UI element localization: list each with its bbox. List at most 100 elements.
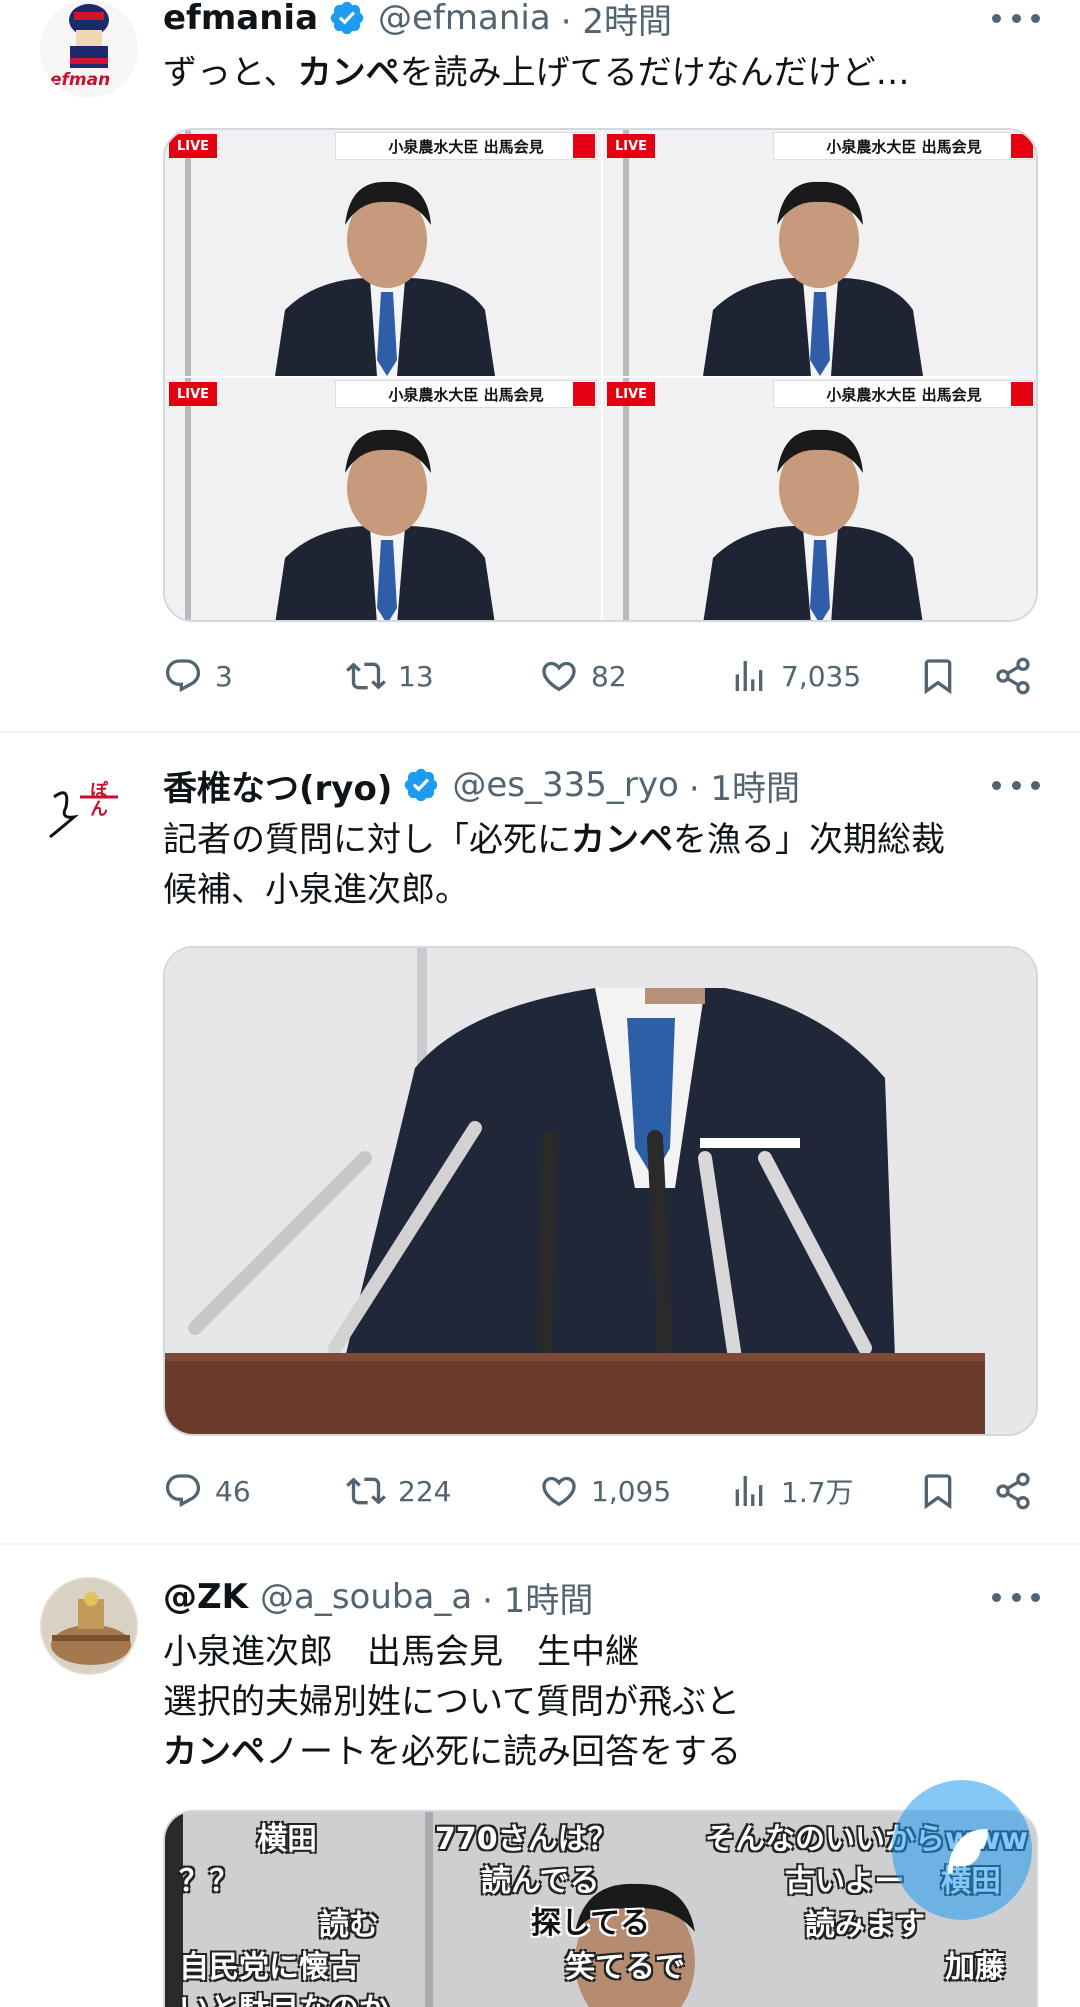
avatar-logo-text: efman bbox=[50, 70, 111, 90]
share-button[interactable] bbox=[993, 651, 1033, 701]
like-count: 1,095 bbox=[591, 1474, 672, 1508]
press-conference-photo-icon bbox=[165, 948, 1036, 1434]
tweet-header: @ZK @a_souba_a · 1時間 bbox=[163, 1573, 593, 1622]
live-badge: LIVE bbox=[169, 134, 217, 158]
compose-fab-button[interactable] bbox=[892, 1780, 1032, 1920]
views-chart-icon bbox=[735, 1476, 763, 1506]
share-icon bbox=[996, 657, 1030, 695]
compose-feather-icon bbox=[948, 1828, 988, 1874]
more-options-icon[interactable] bbox=[992, 773, 1040, 797]
more-options-icon[interactable] bbox=[992, 6, 1040, 30]
timestamp[interactable]: · 2時間 bbox=[561, 0, 672, 43]
handle[interactable]: @a_souba_a bbox=[260, 1577, 472, 1617]
views-count: 7,035 bbox=[781, 659, 862, 693]
text-line: 小泉進次郎 出馬会見 生中継 bbox=[163, 1632, 639, 1672]
bookmark-icon bbox=[924, 659, 952, 695]
like-button[interactable]: 1,095 bbox=[539, 1466, 671, 1516]
reply-count: 46 bbox=[215, 1474, 251, 1508]
timestamp[interactable]: · 1時間 bbox=[689, 761, 800, 810]
avatar[interactable] bbox=[40, 1577, 138, 1675]
text-segment: を読み上げてるだけなんだけど… bbox=[399, 53, 910, 93]
timestamp[interactable]: · 1時間 bbox=[482, 1573, 593, 1622]
speaker-figure-icon bbox=[703, 181, 923, 376]
tweet-actions: 3 13 82 7,035 bbox=[163, 651, 1043, 701]
retweet-button[interactable]: 224 bbox=[346, 1466, 451, 1516]
reply-button[interactable]: 3 bbox=[163, 651, 233, 701]
channel-logo-icon bbox=[573, 382, 595, 406]
live-badge: LIVE bbox=[607, 134, 655, 158]
display-name[interactable]: efmania bbox=[163, 0, 318, 38]
media-image-grid[interactable]: LIVE 小泉農水大臣 出馬会見 LIVE 小泉農水大臣 出馬会見 LIVE 小… bbox=[163, 128, 1038, 622]
media-frame: LIVE 小泉農水大臣 出馬会見 bbox=[603, 378, 1036, 620]
media-frame: LIVE 小泉農水大臣 出馬会見 bbox=[165, 130, 601, 376]
retweet-count: 13 bbox=[398, 659, 434, 693]
tweet-text: 記者の質問に対し「必死にカンペを漁る」次期総裁 候補、小泉進次郎。 bbox=[163, 815, 1043, 915]
news-banner: 小泉農水大臣 出馬会見 bbox=[335, 380, 597, 408]
tweet-3[interactable]: @ZK @a_souba_a · 1時間 小泉進次郎 出馬会見 生中継 選択的夫… bbox=[0, 1545, 1080, 2007]
reply-button[interactable]: 46 bbox=[163, 1466, 251, 1516]
verified-badge-icon bbox=[328, 0, 366, 37]
share-icon bbox=[996, 1472, 1030, 1510]
bookmark-icon bbox=[924, 1474, 952, 1510]
channel-logo-icon bbox=[573, 134, 595, 158]
like-button[interactable]: 82 bbox=[539, 651, 627, 701]
media-frame: LIVE 小泉農水大臣 出馬会見 bbox=[603, 130, 1036, 376]
tweet-header: 香椎なつ(ryo) @es_335_ryo · 1時間 bbox=[163, 761, 800, 810]
channel-logo-icon bbox=[1011, 134, 1033, 158]
display-name[interactable]: @ZK bbox=[163, 1577, 248, 1617]
bookmark-button[interactable] bbox=[918, 651, 958, 701]
tweet-text: ずっと、カンペを読み上げてるだけなんだけど… bbox=[163, 48, 1043, 98]
danmaku-comment: 読んでる bbox=[481, 1864, 600, 1899]
news-banner: 小泉農水大臣 出馬会見 bbox=[773, 132, 1035, 160]
tweet-text: 小泉進次郎 出馬会見 生中継 選択的夫婦別姓について質問が飛ぶと カンペノートを… bbox=[163, 1627, 1043, 1777]
verified-badge-icon bbox=[402, 766, 440, 804]
reply-icon bbox=[165, 1474, 201, 1508]
handle[interactable]: @es_335_ryo bbox=[452, 765, 678, 805]
danmaku-comment: 横田 bbox=[257, 1822, 317, 1857]
danmaku-comment: ？？ bbox=[179, 1864, 239, 1899]
danmaku-comment: 770さんは？ bbox=[435, 1822, 618, 1857]
danmaku-comment: 自民党に懐古 bbox=[179, 1950, 359, 1985]
tweet-2[interactable]: ぽん 香椎なつ(ryo) @es_335_ryo · 1時間 記者の質問に対し「… bbox=[0, 733, 1080, 1543]
retweet-icon bbox=[346, 1477, 386, 1505]
text-segment: ずっと、 bbox=[163, 53, 298, 93]
danmaku-comment: 古いよー bbox=[785, 1864, 905, 1899]
text-segment-bold: カンペ bbox=[571, 820, 673, 860]
avatar[interactable]: ぽん bbox=[40, 767, 138, 865]
share-button[interactable] bbox=[993, 1466, 1033, 1516]
handle[interactable]: @efmania bbox=[378, 0, 551, 38]
display-name[interactable]: 香椎なつ(ryo) bbox=[163, 761, 392, 810]
tweet-actions: 46 224 1,095 1.7万 bbox=[163, 1466, 1043, 1516]
text-segment: 記者の質問に対し「必死に bbox=[163, 820, 571, 860]
reply-count: 3 bbox=[215, 659, 233, 693]
news-banner: 小泉農水大臣 出馬会見 bbox=[335, 132, 597, 160]
channel-logo-icon bbox=[1011, 382, 1033, 406]
tweet-1[interactable]: efman efmania @efmania · 2時間 ずっと、カンペを読み上… bbox=[0, 0, 1080, 730]
news-banner: 小泉農水大臣 出馬会見 bbox=[773, 380, 1035, 408]
danmaku-comment: 探してる bbox=[531, 1906, 651, 1941]
views-button[interactable]: 7,035 bbox=[729, 651, 861, 701]
retweet-icon bbox=[346, 662, 386, 690]
speaker-figure-icon bbox=[703, 429, 923, 620]
retweet-button[interactable]: 13 bbox=[346, 651, 434, 701]
text-segment-bold: カンペ bbox=[163, 1732, 265, 1772]
avatar-scene-icon bbox=[42, 1579, 136, 1673]
danmaku-comment: 笑てるで bbox=[565, 1950, 685, 1985]
avatar[interactable]: efman bbox=[40, 0, 138, 98]
text-segment: 候補、小泉進次郎。 bbox=[163, 870, 469, 910]
danmaku-comment: いと駄目なのか bbox=[179, 1984, 389, 2007]
bookmark-button[interactable] bbox=[918, 1466, 958, 1516]
text-line: カンペノートを必死に読み回答をする bbox=[163, 1727, 1043, 1777]
retweet-count: 224 bbox=[398, 1474, 452, 1508]
more-options-icon[interactable] bbox=[992, 1585, 1040, 1609]
danmaku-comment: 読む bbox=[319, 1908, 379, 1943]
danmaku-comment: 読みます bbox=[805, 1908, 925, 1943]
text-segment-bold: カンペ bbox=[297, 53, 400, 93]
speaker-figure-icon bbox=[275, 181, 495, 376]
text-segment: ノートを必死に読み回答をする bbox=[265, 1732, 741, 1772]
views-button[interactable]: 1.7万 bbox=[729, 1466, 854, 1516]
media-image[interactable] bbox=[163, 946, 1038, 1436]
danmaku-comment: 加藤 bbox=[945, 1950, 1005, 1985]
text-line: 選択的夫婦別姓について質問が飛ぶと bbox=[163, 1682, 740, 1722]
avatar-logo-text: ぽん bbox=[87, 781, 108, 817]
